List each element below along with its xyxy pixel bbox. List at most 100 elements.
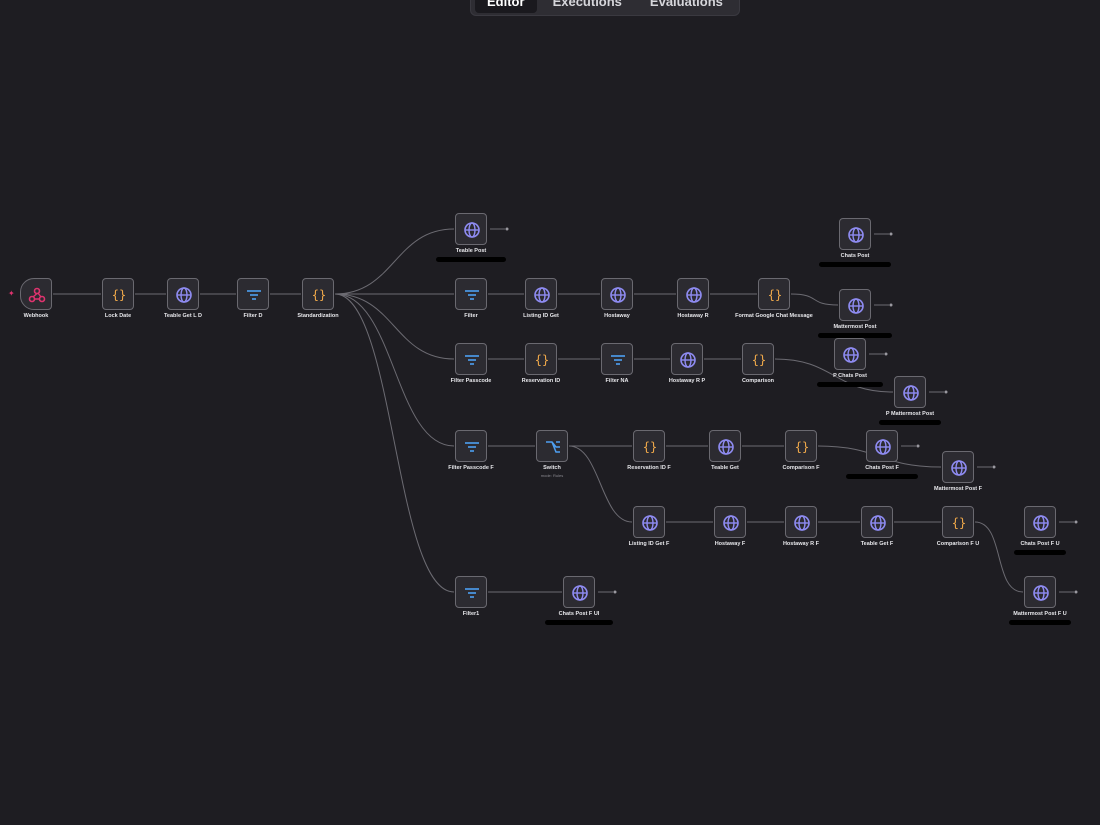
- globe-icon: [875, 439, 891, 455]
- redaction-mark: [1014, 550, 1066, 555]
- add-node-handle[interactable]: [1074, 590, 1078, 594]
- connection-line[interactable]: [974, 521, 1024, 593]
- node-chats-post-fu[interactable]: [1024, 506, 1056, 538]
- node-hostaway-rf[interactable]: [785, 506, 817, 538]
- tab-executions[interactable]: Executions: [541, 0, 634, 13]
- filter-icon: [611, 355, 625, 365]
- connection-line[interactable]: [790, 293, 839, 306]
- node-mattermost-post-fu[interactable]: [1024, 576, 1056, 608]
- node-p-chats-post[interactable]: [834, 338, 866, 370]
- node-mattermost-post-f[interactable]: [942, 451, 974, 483]
- globe-icon: [870, 515, 886, 531]
- redaction-mark: [1009, 620, 1071, 625]
- node-label: Chats Post F U: [1020, 541, 1060, 547]
- webhook-icon: [28, 287, 46, 303]
- code-icon: {}: [768, 288, 782, 302]
- globe-icon: [610, 287, 626, 303]
- node-filter-d[interactable]: [237, 278, 269, 310]
- filter-icon: [465, 355, 479, 365]
- globe-icon: [1033, 585, 1049, 601]
- globe-icon: [464, 222, 480, 238]
- add-node-handle[interactable]: [884, 352, 888, 356]
- add-node-handle[interactable]: [992, 465, 996, 469]
- node-teable-get-ld[interactable]: [167, 278, 199, 310]
- node-chats-post-f[interactable]: [866, 430, 898, 462]
- node-comparison-fu[interactable]: {}: [942, 506, 974, 538]
- add-node-handle[interactable]: [889, 232, 893, 236]
- node-hostaway-rp[interactable]: [671, 343, 703, 375]
- redaction-mark: [817, 382, 883, 387]
- globe-icon: [642, 515, 658, 531]
- node-filter-na[interactable]: [601, 343, 633, 375]
- redaction-mark: [879, 420, 941, 425]
- node-filter1[interactable]: [455, 576, 487, 608]
- filter-icon: [465, 290, 479, 300]
- node-label: P Chats Post: [833, 373, 867, 379]
- node-filter-passcode-f[interactable]: [455, 430, 487, 462]
- node-teable-get-f[interactable]: [861, 506, 893, 538]
- filter-icon: [247, 290, 261, 300]
- node-standardization[interactable]: {}: [302, 278, 334, 310]
- node-webhook[interactable]: [20, 278, 52, 310]
- add-node-handle[interactable]: [944, 390, 948, 394]
- add-node-handle[interactable]: [916, 444, 920, 448]
- filter-icon: [465, 588, 479, 598]
- view-tabs: Editor Executions Evaluations: [470, 0, 740, 16]
- node-filter-passcode[interactable]: [455, 343, 487, 375]
- globe-icon: [843, 347, 859, 363]
- globe-icon: [686, 287, 702, 303]
- redaction-mark: [819, 262, 891, 267]
- node-label: Format Google Chat Message: [735, 313, 813, 319]
- add-node-handle[interactable]: [1074, 520, 1078, 524]
- node-teable-post[interactable]: [455, 213, 487, 245]
- node-reservation-id[interactable]: {}: [525, 343, 557, 375]
- workflow-canvas[interactable]: Webhook{} Lock Date Teable Get L D Filter D…: [0, 0, 1100, 825]
- node-hostaway[interactable]: [601, 278, 633, 310]
- add-node-handle[interactable]: [889, 303, 893, 307]
- tab-editor[interactable]: Editor: [475, 0, 537, 13]
- node-label: Switch: [543, 465, 561, 471]
- redaction-mark: [436, 257, 506, 262]
- add-node-handle[interactable]: [505, 227, 509, 231]
- globe-icon: [848, 298, 864, 314]
- node-mattermost-post[interactable]: [839, 289, 871, 321]
- node-p-mattermost-post[interactable]: [894, 376, 926, 408]
- node-label: Mattermost Post: [833, 324, 877, 330]
- node-teable-get[interactable]: [709, 430, 741, 462]
- node-switch[interactable]: [536, 430, 568, 462]
- node-listing-id-get-f[interactable]: [633, 506, 665, 538]
- svg-text:{}: {}: [535, 353, 549, 367]
- node-comparison-f[interactable]: {}: [785, 430, 817, 462]
- trigger-bolt-icon: ✦: [8, 289, 15, 298]
- node-label: Chats Post F: [865, 465, 899, 471]
- node-label: Filter1: [462, 611, 480, 617]
- node-chats-post[interactable]: [839, 218, 871, 250]
- connection-line[interactable]: [568, 445, 633, 523]
- code-icon: {}: [535, 353, 549, 367]
- node-listing-id-get[interactable]: [525, 278, 557, 310]
- globe-icon: [951, 460, 967, 476]
- node-sublabel: mode: Rules: [540, 473, 564, 478]
- code-icon: {}: [795, 440, 809, 454]
- connection-line[interactable]: [334, 293, 455, 593]
- node-label: Mattermost Post F: [934, 486, 982, 492]
- redaction-mark: [846, 474, 918, 479]
- code-icon: {}: [752, 353, 766, 367]
- node-hostaway-f[interactable]: [714, 506, 746, 538]
- node-filter[interactable]: [455, 278, 487, 310]
- globe-icon: [176, 287, 192, 303]
- node-reservation-id-f[interactable]: {}: [633, 430, 665, 462]
- node-label: Teable Post: [455, 248, 487, 254]
- add-node-handle[interactable]: [613, 590, 617, 594]
- switch-icon: [546, 441, 560, 453]
- node-hostaway-r[interactable]: [677, 278, 709, 310]
- tab-evaluations[interactable]: Evaluations: [638, 0, 735, 13]
- globe-icon: [848, 227, 864, 243]
- node-comparison[interactable]: {}: [742, 343, 774, 375]
- node-lock-date[interactable]: {}: [102, 278, 134, 310]
- globe-icon: [1033, 515, 1049, 531]
- node-format-gchat[interactable]: {}: [758, 278, 790, 310]
- svg-text:{}: {}: [752, 353, 766, 367]
- node-chats-post-fui[interactable]: [563, 576, 595, 608]
- node-label: Chats Post F UI: [558, 611, 600, 617]
